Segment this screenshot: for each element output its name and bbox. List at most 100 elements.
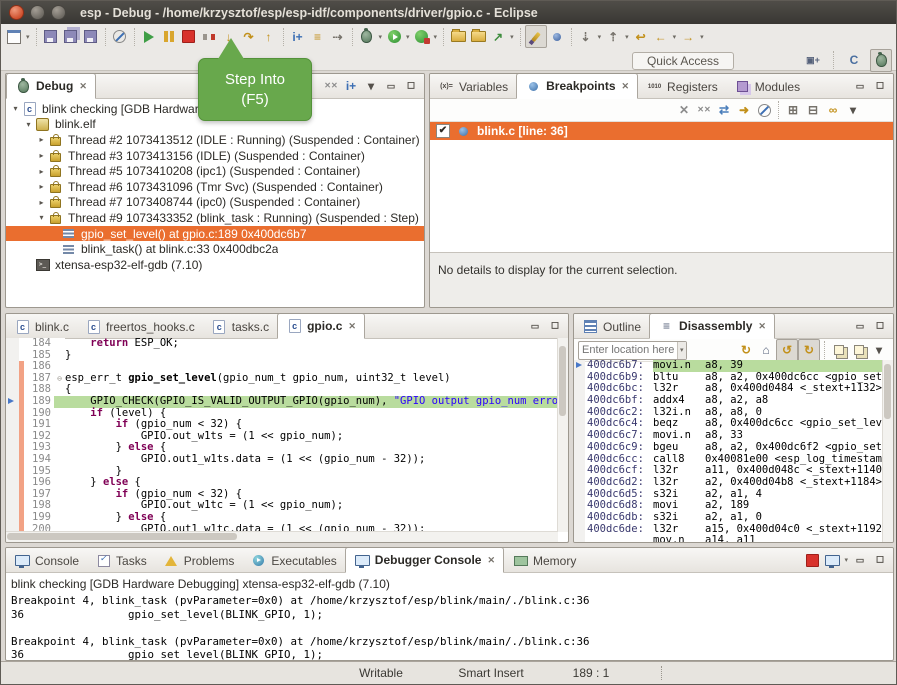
- go-to-file-for-breakpoint-button[interactable]: ➜: [734, 100, 754, 121]
- code-line[interactable]: 187⊖esp_err_t gpio_set_level(gpio_num_t …: [6, 373, 558, 385]
- tab-executables[interactable]: Executables: [242, 549, 344, 572]
- tab-close-icon[interactable]: ✕: [348, 321, 356, 332]
- expand-all-button[interactable]: ⊞: [783, 100, 803, 121]
- tree-expander[interactable]: ▸: [36, 151, 47, 160]
- debug-dropdown-icon[interactable]: ▾: [377, 33, 385, 41]
- disassembly-line[interactable]: 400dc6d2:l32ra2, 0x400d04b8 <_stext+1184…: [574, 477, 883, 489]
- tab-gpio-c[interactable]: cgpio.c✕: [277, 313, 365, 339]
- remove-breakpoint-button[interactable]: ✕: [674, 100, 694, 121]
- location-combo[interactable]: ▾: [578, 341, 687, 360]
- refresh-view-button[interactable]: ↻: [736, 340, 756, 361]
- disassembly-vertical-scrollbar[interactable]: [882, 360, 893, 542]
- tree-expander[interactable]: ▸: [36, 198, 47, 207]
- tab-close-icon[interactable]: ✕: [79, 81, 87, 92]
- pin-view-button[interactable]: [849, 340, 869, 361]
- code-line[interactable]: 185}: [6, 350, 558, 362]
- tab-tasks[interactable]: Tasks: [87, 549, 155, 572]
- tree-item[interactable]: >_xtensa-esp32-elf-gdb (7.10): [6, 257, 424, 273]
- collapse-all-button[interactable]: ⊟: [803, 100, 823, 121]
- track-expression-button[interactable]: ↻: [798, 339, 820, 362]
- external-tools-button[interactable]: ↗: [488, 26, 508, 47]
- tab-freertos-hooks-c[interactable]: cfreertos_hooks.c: [77, 315, 203, 338]
- tab-disassembly[interactable]: ≡Disassembly✕: [649, 313, 775, 339]
- code-line[interactable]: 184 return ESP_OK;: [6, 338, 558, 350]
- back-button[interactable]: ←: [651, 26, 671, 47]
- show-source-button[interactable]: ↺: [776, 339, 798, 362]
- new-wizard-dropdown-icon[interactable]: ▾: [24, 33, 32, 41]
- breakpoint-checkbox[interactable]: ✔: [436, 124, 450, 138]
- tree-expander[interactable]: ▾: [23, 120, 34, 129]
- tab-outline[interactable]: Outline: [574, 315, 649, 338]
- tab-debugger-console[interactable]: Debugger Console✕: [345, 547, 504, 573]
- run-button[interactable]: [384, 26, 404, 47]
- last-edit-location-button[interactable]: ↩: [631, 26, 651, 47]
- open-new-view-button[interactable]: [829, 340, 849, 361]
- new-wizard-button[interactable]: [4, 26, 24, 47]
- profile-button[interactable]: [412, 26, 432, 47]
- next-annotation-dropdown-icon[interactable]: ▾: [596, 33, 604, 41]
- open-perspective-button[interactable]: ▣+: [803, 50, 823, 71]
- tree-item[interactable]: blink_task() at blink.c:33 0x400dbc2a: [6, 241, 424, 257]
- maximize-button[interactable]: ◻: [870, 317, 890, 335]
- tree-item[interactable]: ▸Thread #2 1073413512 (IDLE : Running) (…: [6, 132, 424, 148]
- tab-breakpoints[interactable]: Breakpoints✕: [516, 73, 638, 99]
- quick-access-button[interactable]: Quick Access: [632, 52, 734, 70]
- group-breakpoints-button[interactable]: ∞: [823, 100, 843, 121]
- mark-occurrences-button[interactable]: [525, 25, 547, 48]
- previous-annotation-dropdown-icon[interactable]: ▾: [623, 33, 631, 41]
- disassembly-line[interactable]: mov.na14, a11: [574, 535, 883, 542]
- use-step-filters-button[interactable]: ⇢: [328, 26, 348, 47]
- minimize-button[interactable]: ▭: [525, 317, 545, 335]
- tab-blink-c[interactable]: cblink.c: [6, 315, 77, 338]
- view-menu-button[interactable]: ▾: [843, 100, 863, 121]
- next-annotation-button[interactable]: ⇣: [576, 26, 596, 47]
- tab-close-icon[interactable]: ✕: [758, 321, 766, 332]
- pin-editor-button[interactable]: [547, 26, 567, 47]
- tree-expander[interactable]: ▸: [36, 135, 47, 144]
- tree-expander[interactable]: ▸: [36, 182, 47, 191]
- open-folder-button[interactable]: [448, 26, 468, 47]
- tree-item[interactable]: ▾Thread #9 1073433352 (blink_task : Runn…: [6, 210, 424, 226]
- instruction-stepping-button[interactable]: i+: [288, 26, 308, 47]
- debug-button[interactable]: [357, 26, 377, 47]
- disassembly-line[interactable]: 400dc6c9:bgeua8, a2, 0x400dc6f2 <gpio_se…: [574, 442, 883, 454]
- external-tools-dropdown-icon[interactable]: ▾: [508, 33, 516, 41]
- disassembly-line[interactable]: 400dc6db:s32ia2, a1, 0: [574, 512, 883, 524]
- maximize-button[interactable]: ◻: [545, 317, 565, 335]
- open-project-button[interactable]: [468, 26, 488, 47]
- forward-button[interactable]: →: [678, 26, 698, 47]
- tree-item-selected[interactable]: gpio_set_level() at gpio.c:189 0x400dc6b…: [6, 226, 424, 242]
- code-editor[interactable]: 184 return ESP_OK;185}186187⊖esp_err_t g…: [6, 338, 558, 532]
- tab-close-icon[interactable]: ✕: [622, 81, 630, 92]
- console-terminate-button[interactable]: [802, 551, 822, 569]
- window-close-button[interactable]: [9, 5, 24, 20]
- disassembly-line[interactable]: 400dc6bf:addx4a8, a2, a8: [574, 395, 883, 407]
- display-selected-console-dropdown-icon[interactable]: ▾: [842, 556, 850, 564]
- tab-problems[interactable]: Problems: [155, 549, 243, 572]
- display-selected-console-button[interactable]: [822, 551, 842, 569]
- instruction-stepping-button[interactable]: i+: [341, 77, 361, 95]
- show-debug-contexts-button[interactable]: ≡: [308, 26, 328, 47]
- tree-item[interactable]: ▸Thread #6 1073431096 (Tmr Svc) (Suspend…: [6, 179, 424, 195]
- tab-console[interactable]: Console: [6, 549, 87, 572]
- previous-annotation-button[interactable]: ⇡: [603, 26, 623, 47]
- window-minimize-button[interactable]: [30, 5, 45, 20]
- skip-all-breakpoints-button[interactable]: [754, 100, 774, 121]
- skip-all-breakpoints-button[interactable]: [110, 26, 130, 47]
- save-all-button[interactable]: [61, 26, 81, 47]
- back-dropdown-icon[interactable]: ▾: [671, 33, 679, 41]
- tab-debug[interactable]: Debug✕: [6, 73, 96, 99]
- cpp-perspective-button[interactable]: C: [844, 50, 864, 71]
- maximize-button[interactable]: ◻: [401, 77, 421, 95]
- home-button[interactable]: ⌂: [756, 340, 776, 361]
- link-with-debug-view-button[interactable]: ⇄: [714, 100, 734, 121]
- minimize-button[interactable]: ▭: [850, 551, 870, 569]
- tab-registers[interactable]: 1010Registers: [638, 75, 726, 98]
- tab-variables[interactable]: (x)=Variables: [430, 75, 516, 98]
- tree-item[interactable]: ▸Thread #7 1073408744 (ipc0) (Suspended …: [6, 195, 424, 211]
- maximize-button[interactable]: ◻: [870, 77, 890, 95]
- remove-all-terminated-button[interactable]: ✕✕: [321, 77, 341, 95]
- tree-expander[interactable]: ▸: [36, 167, 47, 176]
- save-button[interactable]: [41, 26, 61, 47]
- save-as-button[interactable]: [81, 26, 101, 47]
